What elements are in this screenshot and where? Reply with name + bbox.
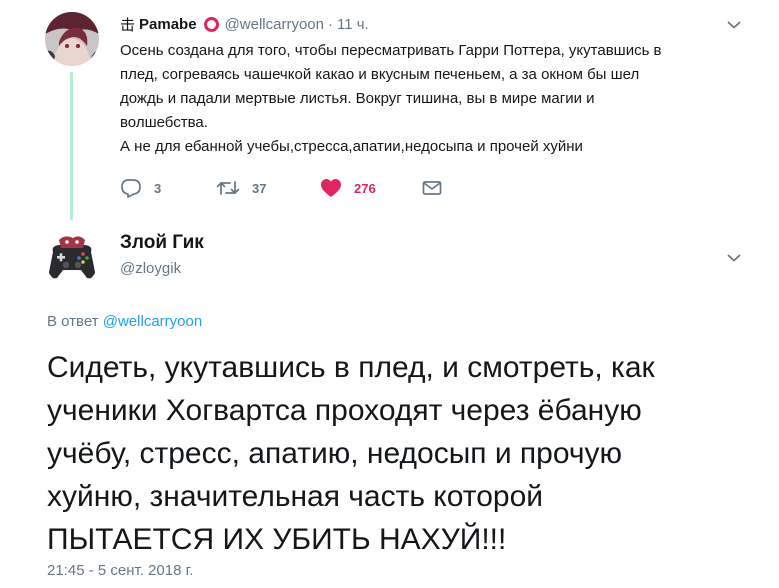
tweet-text-line: волшебства.: [120, 114, 208, 131]
red-circle-icon: [203, 16, 219, 32]
display-name[interactable]: Злой Гик: [120, 232, 204, 254]
chevron-down-icon[interactable]: [727, 20, 741, 30]
tweet-timestamp[interactable]: 21:45 - 5 сент. 2018 г.: [47, 562, 193, 579]
tweet-header: 击 Pamabe @wellcarryoon · 11 ч.: [120, 14, 369, 34]
user-handle[interactable]: @zloygik: [120, 260, 181, 277]
user-avatar[interactable]: [45, 232, 99, 286]
envelope-icon: [422, 181, 442, 195]
tweet-text-line: плед, согреваясь чашечкой какао и вкусны…: [120, 66, 640, 83]
reply-mention-link[interactable]: @wellcarryoon: [103, 313, 202, 330]
chevron-down-icon[interactable]: [727, 253, 741, 263]
retweet-count: 37: [252, 180, 267, 196]
tweet-text: Сидеть, укутавшись в плед, и смотреть, к…: [47, 346, 767, 561]
retweet-icon: [216, 181, 240, 195]
reply-context: В ответ @wellcarryoon: [47, 313, 202, 330]
main-tweet: Злой Гик @zloygik В ответ @wellcarryoon …: [0, 222, 779, 588]
user-avatar[interactable]: [45, 12, 99, 66]
name-prefix-glyph: 击: [120, 16, 136, 34]
tweet-text: Осень создана для того, чтобы пересматри…: [120, 39, 760, 159]
direct-message-button[interactable]: [422, 180, 454, 196]
retweet-button[interactable]: 37: [216, 179, 320, 197]
tweet-actions: 3 37 276: [120, 177, 454, 199]
tweet-text-line: А не для ебанной учебы,стресса,апатии,не…: [120, 138, 583, 155]
heart-icon: [321, 179, 341, 197]
tweet-text-line: Осень создана для того, чтобы пересматри…: [120, 42, 662, 59]
thread-connector-line: [70, 72, 73, 220]
anime-avatar-image: [45, 12, 99, 66]
reply-button[interactable]: 3: [120, 178, 216, 198]
like-button[interactable]: 276: [320, 178, 422, 198]
reply-bubble-icon: [121, 179, 141, 198]
reply-count: 3: [154, 180, 162, 196]
gamepad-avatar-image: [45, 232, 99, 286]
display-name[interactable]: Pamabe: [139, 16, 197, 33]
tweet-text-line: ученики Хогвартса проходят через ёбаную: [47, 394, 642, 427]
separator-dot: ·: [328, 15, 333, 33]
user-handle[interactable]: @wellcarryoon: [225, 16, 324, 33]
tweet-text-line: ПЫТАЕТСЯ ИХ УБИТЬ НАХУЙ!!!: [47, 523, 507, 556]
like-count: 276: [354, 180, 376, 196]
tweet-text-line: хуйню, значительная часть которой: [47, 480, 544, 513]
tweet-text-line: дождь и падали мертвые листья. Вокруг ти…: [120, 90, 595, 107]
reply-label: В ответ: [47, 313, 99, 330]
parent-tweet: 击 Pamabe @wellcarryoon · 11 ч. Осень соз…: [0, 0, 779, 222]
tweet-text-line: Сидеть, укутавшись в плед, и смотреть, к…: [47, 351, 655, 384]
tweet-time[interactable]: 11 ч.: [337, 16, 369, 33]
tweet-text-line: учёбу, стресс, апатию, недосып и прочую: [47, 437, 623, 470]
